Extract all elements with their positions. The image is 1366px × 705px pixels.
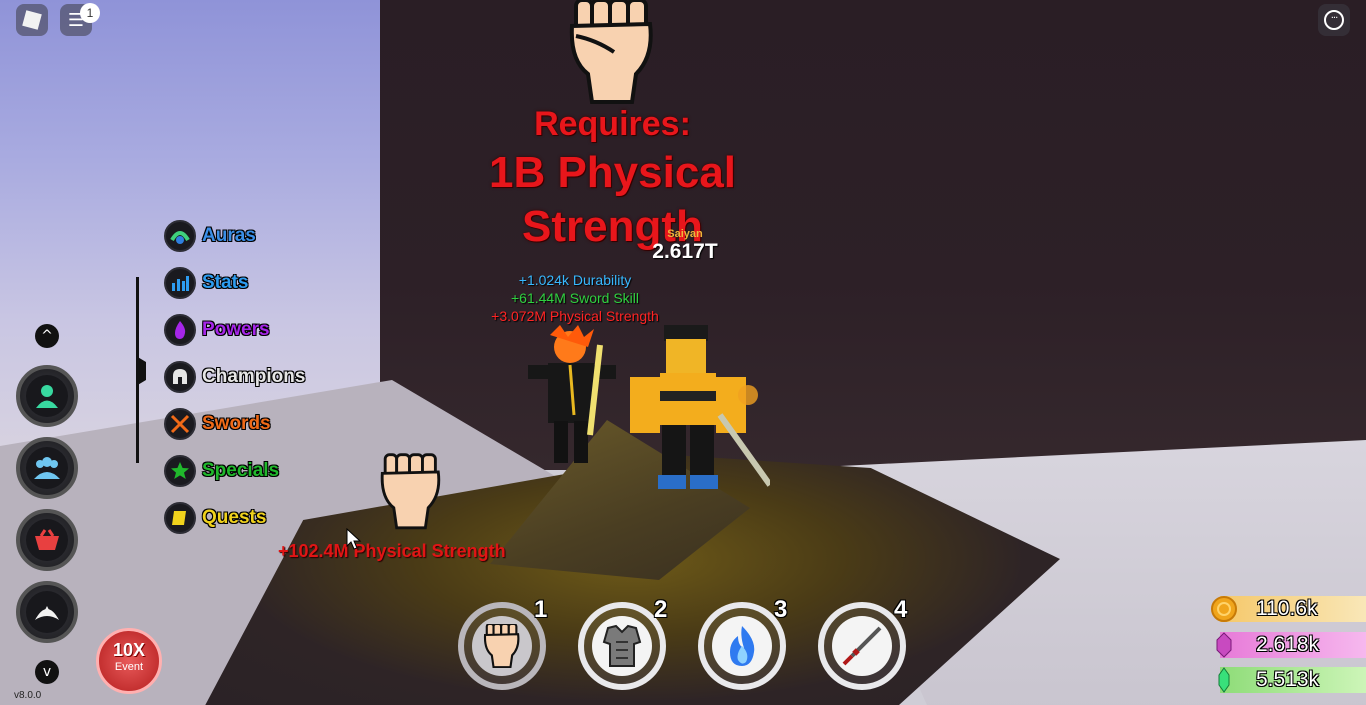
- currency-coins: 110.6k: [1210, 594, 1366, 624]
- event-multiplier: 10X: [112, 640, 146, 660]
- player-nameplate: Saiyan 2.617T: [640, 228, 730, 264]
- menu-label-stats: Stats: [202, 271, 249, 293]
- purple-gems-value: 2.618k: [1256, 633, 1320, 656]
- player-rank: Saiyan: [667, 228, 703, 240]
- fist-popup-icon: [380, 453, 441, 530]
- profile-button[interactable]: [16, 365, 78, 427]
- gain-physical-strength: +3.072M Physical Strength: [491, 308, 659, 324]
- green-gem-icon: [1210, 666, 1238, 694]
- purple-gem-icon: [1210, 631, 1238, 659]
- green-gems-value: 5.513k: [1256, 668, 1320, 691]
- side-menu: Auras Stats Powers Champions Swords Spec…: [164, 212, 305, 541]
- slot-face: [472, 616, 532, 676]
- event-label: Event: [114, 661, 144, 673]
- ellipsis-icon: ···: [1324, 10, 1344, 30]
- aura-icon: [164, 219, 196, 252]
- event-button[interactable]: 10X Event: [96, 628, 162, 694]
- menu-item-swords[interactable]: Swords: [164, 400, 305, 447]
- roblox-menu-button[interactable]: [16, 4, 48, 36]
- hotbar-slot-4[interactable]: 4: [812, 596, 912, 696]
- menu-item-specials[interactable]: Specials: [164, 447, 305, 494]
- menu-item-auras[interactable]: Auras: [164, 212, 305, 259]
- hotbar-key-2: 2: [654, 596, 668, 623]
- version-label: v8.0.0: [14, 690, 42, 701]
- requirement-banner: Requires: 1B Physical Strength: [400, 104, 825, 254]
- menu-item-champions[interactable]: Champions: [164, 353, 305, 400]
- blue-flame-icon: [730, 626, 755, 666]
- crossed-swords-icon: [164, 407, 196, 440]
- hotbar-slot-1[interactable]: 1: [452, 596, 552, 696]
- menu-label-quests: Quests: [202, 506, 267, 528]
- menu-item-stats[interactable]: Stats: [164, 259, 305, 306]
- player-avatar: [630, 325, 770, 489]
- slot-face: [832, 616, 892, 676]
- scroll-icon: [164, 501, 196, 534]
- helmet-icon: [164, 360, 196, 393]
- hotbar-slot-2[interactable]: 2: [572, 596, 672, 696]
- crown-button[interactable]: [16, 581, 78, 643]
- stats-icon: [164, 266, 196, 299]
- menu-item-quests[interactable]: Quests: [164, 494, 305, 541]
- requirement-text: 1B Physical Strength: [488, 148, 737, 251]
- shop-basket-icon: [35, 529, 59, 550]
- stat-gains: +1.024k Durability +61.44M Sword Skill +…: [470, 271, 680, 325]
- scroll-down-button[interactable]: v: [35, 660, 59, 684]
- menu-item-powers[interactable]: Powers: [164, 306, 305, 353]
- menu-label-auras: Auras: [202, 224, 256, 246]
- hotbar-key-4: 4: [894, 596, 908, 623]
- mouse-cursor-icon: [346, 528, 362, 550]
- coins-value: 110.6k: [1256, 597, 1318, 620]
- menu-label-specials: Specials: [202, 459, 280, 481]
- flame-icon: [164, 313, 196, 346]
- armor-icon: [602, 624, 642, 667]
- star-icon: [164, 454, 196, 487]
- menu-label-powers: Powers: [202, 318, 270, 340]
- hotbar-key-3: 3: [774, 596, 788, 623]
- fist-icon: [483, 624, 520, 668]
- fist-icon: [569, 0, 653, 104]
- more-options-button[interactable]: ···: [1318, 4, 1350, 36]
- champion-avatar: [528, 325, 616, 463]
- scroll-up-button[interactable]: ^: [35, 324, 59, 348]
- roblox-logo-icon: [22, 10, 42, 30]
- menu-label-swords: Swords: [202, 412, 271, 434]
- notification-badge: 1: [80, 3, 100, 23]
- hotbar-key-1: 1: [534, 596, 548, 623]
- sword-icon: [842, 626, 882, 666]
- slot-face: [712, 616, 772, 676]
- friends-icon: [34, 457, 60, 479]
- gain-sword-skill: +61.44M Sword Skill: [510, 290, 639, 306]
- friends-button[interactable]: [16, 437, 78, 499]
- currency-purple-gems: 2.618k: [1210, 630, 1366, 660]
- gain-durability: +1.024k Durability: [518, 272, 632, 288]
- requires-label: Requires:: [534, 105, 691, 143]
- hotbar-slot-3[interactable]: 3: [692, 596, 792, 696]
- crown-icon: [35, 606, 59, 620]
- coin-icon: [1210, 595, 1238, 623]
- profile-icon: [36, 385, 58, 408]
- gain-popup-text: +102.4M Physical Strength: [278, 541, 506, 561]
- slot-face: [592, 616, 652, 676]
- shop-button[interactable]: [16, 509, 78, 571]
- player-power: 2.617T: [652, 240, 718, 263]
- currency-green-gems: 5.513k: [1210, 665, 1366, 695]
- menu-label-champions: Champions: [202, 365, 306, 387]
